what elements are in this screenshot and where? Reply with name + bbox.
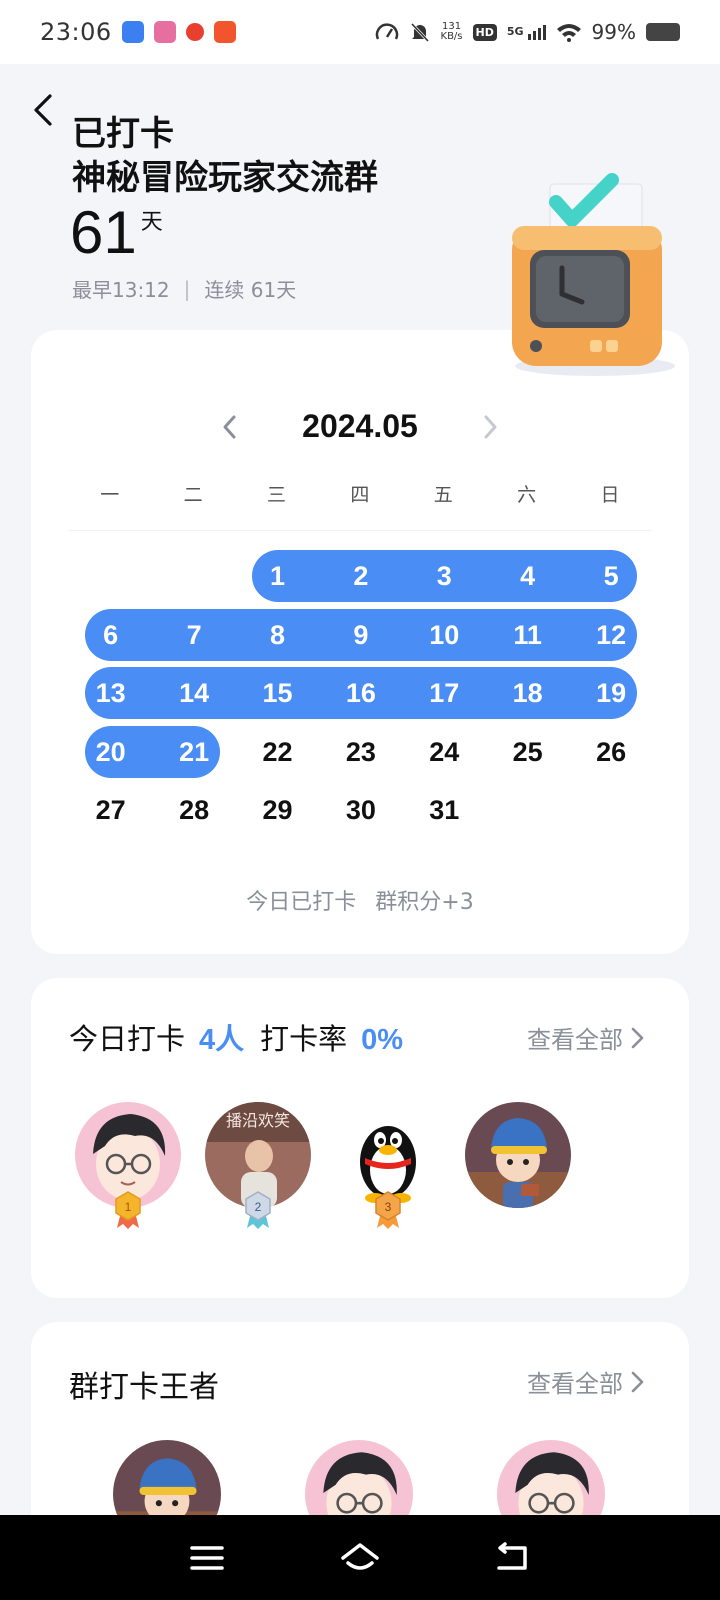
days-unit: 天: [140, 210, 163, 235]
days-count: 61: [70, 199, 137, 266]
today-checked-text: 今日已打卡: [246, 890, 357, 915]
calendar-day[interactable]: 30: [331, 784, 391, 836]
checkin-meta: 最早13:12 | 连续 61天: [72, 274, 296, 303]
calendar-day[interactable]: 28: [164, 784, 224, 836]
return-icon: [497, 1541, 528, 1570]
back-arrow-icon[interactable]: [26, 90, 66, 130]
status-bar: 23:06 131 KB/s HD 5G 99%: [0, 0, 720, 64]
battery-percent: 99%: [591, 20, 636, 44]
hd-badge: HD: [472, 23, 497, 41]
svg-text:1: 1: [125, 1200, 132, 1214]
today-checkin-card: 今日打卡 4人 打卡率 0% 查看全部 1 播沿欢笑 2 3: [31, 978, 689, 1298]
calendar-day[interactable]: 2: [331, 550, 391, 602]
checkin-days: 61 天: [70, 198, 163, 268]
today-view-all-link[interactable]: 查看全部: [527, 1020, 645, 1055]
calendar-day[interactable]: 11: [498, 609, 558, 661]
signal-icon: 5G: [507, 24, 546, 40]
calendar-day[interactable]: 24: [414, 726, 474, 778]
silver-medal-icon: 2: [245, 1191, 271, 1229]
home-icon: [341, 1542, 379, 1570]
calendar-day[interactable]: 4: [498, 550, 558, 602]
bronze-medal-icon: 3: [375, 1191, 401, 1229]
calendar-day[interactable]: 29: [248, 784, 308, 836]
app-notification-icon-pink: [153, 21, 176, 43]
calendar-day[interactable]: 22: [248, 726, 308, 778]
calendar-grid: 1 2 3 4 5 6 7 8 9 10 11 12 13 14 15 16 17 18 19 20 21 22 23 24 2…: [31, 330, 689, 890]
app-notification-icon-blue: [121, 21, 144, 43]
earliest-time: 最早13:12: [72, 278, 170, 302]
calendar-day[interactable]: 10: [414, 609, 474, 661]
member-avatar-item[interactable]: 1: [75, 1102, 181, 1232]
king-view-all-link[interactable]: 查看全部: [527, 1364, 645, 1399]
calendar-day[interactable]: 9: [331, 609, 391, 661]
calendar-day[interactable]: 13: [81, 667, 141, 719]
group-points-text: 群积分+3: [375, 890, 474, 915]
speed-gauge-icon: [375, 23, 398, 40]
mute-bell-icon: [410, 22, 429, 43]
calendar-day[interactable]: 21: [164, 726, 224, 778]
calendar-day[interactable]: 1: [248, 550, 308, 602]
today-summary: 今日打卡 4人 打卡率 0%: [69, 1016, 403, 1058]
calendar-day[interactable]: 31: [414, 784, 474, 836]
gold-medal-icon: 1: [115, 1191, 141, 1229]
wifi-icon: [556, 24, 581, 42]
chevron-right-icon: [631, 1027, 644, 1048]
calendar-day[interactable]: 18: [498, 667, 558, 719]
calendar-day[interactable]: 19: [581, 667, 641, 719]
app-notification-icon-taobao: [213, 21, 236, 43]
calendar-day[interactable]: 7: [164, 609, 224, 661]
calendar-day[interactable]: 12: [581, 609, 641, 661]
calendar-day[interactable]: 26: [581, 726, 641, 778]
calendar-day[interactable]: 6: [81, 609, 141, 661]
today-checkin-count: 4人: [199, 1024, 245, 1056]
menu-icon: [189, 1545, 224, 1570]
battery-icon: [646, 23, 680, 41]
view-all-label: 查看全部: [527, 1026, 623, 1054]
menu-button[interactable]: [185, 1538, 229, 1578]
today-checkin-label: 今日打卡: [69, 1022, 186, 1056]
calendar-day[interactable]: 17: [414, 667, 474, 719]
back-nav-button[interactable]: [491, 1538, 535, 1578]
svg-text:播沿欢笑: 播沿欢笑: [226, 1111, 290, 1130]
home-button[interactable]: [338, 1538, 382, 1578]
streak-text: 连续 61天: [204, 278, 297, 302]
calendar-day[interactable]: 25: [498, 726, 558, 778]
calendar-day[interactable]: 15: [248, 667, 308, 719]
calendar-card: 2024.05 一 二 三 四 五 六 日 1 2 3 4 5 6 7 8 9 10 11 12 13 1…: [31, 330, 689, 954]
page-title: 已打卡: [72, 114, 174, 154]
svg-text:3: 3: [385, 1200, 392, 1214]
checkin-rate-label: 打卡率: [260, 1022, 348, 1056]
calendar-day[interactable]: 3: [414, 550, 474, 602]
today-avatar-list: 1 播沿欢笑 2 3: [75, 1102, 571, 1232]
meta-separator: |: [183, 276, 191, 301]
group-name: 神秘冒险玩家交流群: [72, 158, 378, 198]
system-nav-bar: [0, 1515, 720, 1600]
calendar-day[interactable]: 14: [164, 667, 224, 719]
calendar-day[interactable]: 27: [81, 784, 141, 836]
app-notification-icon-red-circle: [185, 23, 204, 41]
member-avatar-item[interactable]: [465, 1102, 571, 1232]
chevron-right-icon: [631, 1371, 644, 1392]
member-avatar-item[interactable]: 3: [335, 1102, 441, 1232]
checkin-rate-value: 0%: [361, 1024, 404, 1056]
calendar-day[interactable]: 16: [331, 667, 391, 719]
network-speed: 131 KB/s: [440, 21, 463, 42]
calendar-day[interactable]: 8: [248, 609, 308, 661]
calendar-day[interactable]: 23: [331, 726, 391, 778]
svg-text:2: 2: [255, 1200, 262, 1214]
avatar-cartoon-builder: [465, 1102, 571, 1208]
calendar-day[interactable]: 20: [81, 726, 141, 778]
status-time: 23:06: [40, 18, 112, 46]
view-all-label: 查看全部: [527, 1370, 623, 1398]
member-avatar-item[interactable]: 播沿欢笑 2: [205, 1102, 311, 1232]
king-section-title: 群打卡王者: [69, 1370, 219, 1405]
calendar-day[interactable]: 5: [581, 550, 641, 602]
checkin-status: 今日已打卡 群积分+3: [31, 884, 689, 916]
checkin-clock-illustration: [512, 173, 675, 376]
